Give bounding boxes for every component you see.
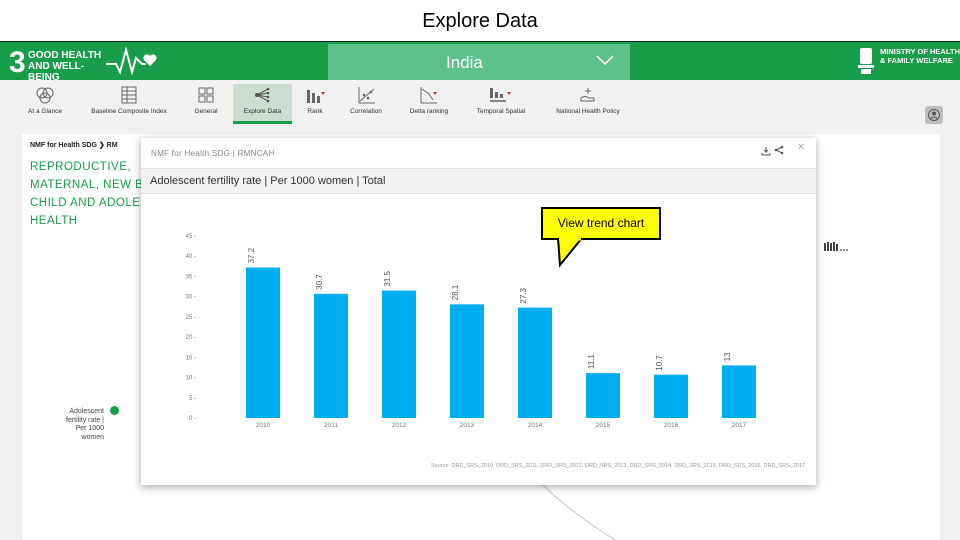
nav-label: At a Glance	[28, 108, 62, 115]
data-label: 27.3	[519, 287, 528, 303]
bar[interactable]	[518, 307, 552, 418]
bar[interactable]	[586, 373, 620, 418]
data-label: 31.5	[383, 270, 392, 286]
country-label: India	[446, 53, 483, 72]
nav-item-explore-data[interactable]: Explore Data	[233, 84, 292, 124]
y-tick-label: 0 -	[189, 416, 196, 422]
tree-node[interactable]	[110, 406, 119, 415]
tree-icon	[254, 87, 269, 103]
nav-item-at-a-glance[interactable]: At a Glance	[22, 84, 68, 124]
modal-subtitle: Adolescent fertility rate | Per 1000 wom…	[150, 175, 386, 187]
table-icon	[121, 86, 137, 104]
node-label: Adolescent fertility rate | Per 1000 wom…	[66, 408, 104, 441]
nav-item-national-health-policy[interactable]: National Health Policy	[550, 84, 626, 124]
share-icon[interactable]	[774, 145, 784, 155]
x-tick-label: 2016	[664, 422, 679, 429]
nav-label: General	[194, 108, 218, 115]
bar[interactable]	[722, 365, 756, 418]
y-tick-label: 30 -	[186, 295, 196, 301]
nav-item-baseline-composite-index[interactable]: Baseline Composite Index	[86, 84, 172, 124]
sdg-label: GOOD HEALTH AND WELL-BEING	[28, 50, 102, 83]
y-tick-label: 25 -	[186, 315, 196, 321]
emblem-icon	[858, 48, 874, 74]
breadcrumb[interactable]: NMF for Health SDG ❯ RM	[30, 141, 118, 149]
nav-label: Temporal Spatial	[476, 108, 526, 115]
top-bar: 3 GOOD HEALTH AND WELL-BEING India MINIS…	[0, 42, 960, 83]
x-tick-label: 2013	[460, 422, 475, 429]
data-label: 30.7	[315, 274, 324, 290]
bar[interactable]	[382, 290, 416, 418]
trend-chart-modal: NMF for Health SDG | RMNCAH ✕ Adolescent…	[141, 138, 816, 485]
nav-item-correlation[interactable]: Correlation	[344, 84, 388, 124]
bar-chart: 0 - 5 - 10 - 15 - 20 - 25 - 30 - 35 - 40 - 45 - 37…	[186, 234, 756, 429]
user-icon[interactable]	[925, 106, 943, 124]
nav-label: National Health Policy	[556, 108, 620, 115]
nav-bar: At a Glance Baseline Composite Index Gen…	[0, 80, 960, 128]
nav-item-delta-ranking[interactable]: Delta ranking	[404, 84, 454, 124]
x-tick-label: 2012	[392, 422, 407, 429]
globe-icon	[36, 87, 54, 104]
data-label: 11.1	[587, 354, 596, 370]
bar[interactable]	[654, 374, 688, 418]
x-tick-label: 2015	[596, 422, 611, 429]
heartbeat-icon	[106, 46, 157, 76]
data-label: 10.7	[655, 355, 664, 371]
callout-text: View trend chart	[557, 216, 645, 230]
sdg-number: 3	[9, 46, 26, 79]
x-tick-label: 2017	[732, 422, 747, 429]
data-label: 28.1	[451, 284, 460, 300]
trend-icon	[420, 87, 437, 104]
tree-connector	[540, 482, 616, 540]
modal-title: NMF for Health SDG | RMNCAH	[151, 149, 275, 158]
bar-chart-icon	[307, 90, 325, 103]
data-label: 13	[723, 352, 732, 361]
close-icon[interactable]: ✕	[797, 142, 805, 153]
ministry-label: MINISTRY OF HEALTH & FAMILY WELFARE	[880, 47, 960, 65]
nav-label: Baseline Composite Index	[91, 108, 167, 115]
bar[interactable]	[246, 267, 280, 418]
nav-item-general[interactable]: General	[188, 84, 224, 124]
slide-title: Explore Data	[422, 10, 538, 32]
y-tick-label: 40 -	[186, 254, 196, 260]
download-icon[interactable]	[761, 146, 771, 156]
scatter-icon	[358, 87, 375, 104]
nav-label: Rank	[307, 108, 323, 115]
nav-label: Explore Data	[243, 108, 282, 115]
source-note: Source: DRD_SRS_2010, DRD_SRS_2011, DRD_…	[431, 463, 806, 469]
hand-icon	[580, 88, 595, 102]
nav-label: Delta ranking	[409, 108, 449, 115]
x-tick-label: 2010	[256, 422, 271, 429]
x-tick-label: 2011	[324, 422, 338, 429]
bar[interactable]	[450, 304, 484, 418]
data-label: 37.2	[247, 247, 256, 263]
modal-subtitle-bar: Adolescent fertility rate | Per 1000 wom…	[141, 168, 816, 194]
nav-item-temporal-spatial[interactable]: Temporal Spatial	[470, 84, 532, 124]
y-tick-label: 45 -	[186, 234, 196, 240]
nav-item-rank[interactable]: Rank	[300, 84, 330, 124]
y-tick-label: 10 -	[186, 376, 196, 382]
bar[interactable]	[314, 293, 348, 418]
chevron-down-icon	[596, 55, 614, 66]
y-tick-label: 5 -	[189, 396, 196, 402]
callout-box: View trend chart	[541, 207, 661, 240]
grid-icon	[198, 87, 214, 103]
country-select[interactable]: India	[328, 44, 630, 80]
y-tick-label: 35 -	[186, 274, 196, 280]
temporal-icon	[490, 88, 511, 102]
x-tick-label: 2014	[528, 422, 543, 429]
mini-bars-icon	[824, 242, 848, 251]
y-tick-label: 20 -	[186, 335, 196, 341]
nav-label: Correlation	[350, 108, 382, 115]
callout-tail	[556, 238, 584, 268]
y-tick-label: 15 -	[186, 355, 196, 361]
